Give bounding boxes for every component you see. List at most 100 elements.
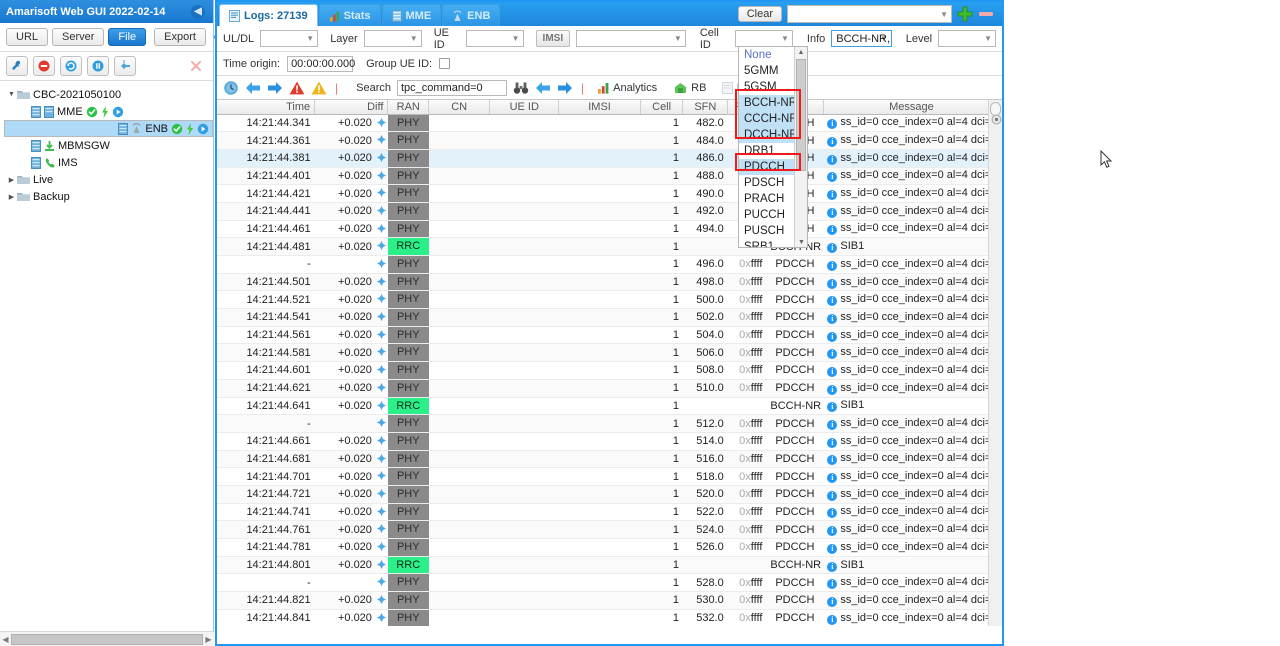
table-row[interactable]: 14:21:44.521 +0.020 PHY 1 500.0 0xffff PDCCH i s…: [217, 290, 1000, 310]
dropdown-option-prach[interactable]: PRACH: [739, 191, 795, 207]
url-button[interactable]: URL: [6, 28, 49, 46]
scrollbar-thumb[interactable]: [11, 633, 203, 645]
file-button[interactable]: File: [108, 28, 147, 46]
search-next-arrow-icon[interactable]: [557, 81, 573, 95]
dropdown-option-drb1[interactable]: DRB1: [739, 143, 795, 159]
tree-item-enb[interactable]: ENB: [4, 120, 213, 137]
cellid-select[interactable]: ▼: [734, 30, 793, 47]
refresh-icon[interactable]: [60, 56, 82, 76]
tab-enb[interactable]: ENB: [442, 4, 501, 26]
table-row[interactable]: - PHY 1 528.0 0xffff PDCCH i ss_id=0 cce_index=…: [217, 573, 1000, 593]
collapse-arrow-icon[interactable]: ▶: [6, 193, 17, 201]
error-triangle-icon[interactable]: [289, 81, 305, 95]
stop-icon[interactable]: [33, 56, 55, 76]
tree-item-mme[interactable]: MME: [4, 103, 213, 120]
table-row[interactable]: 14:21:44.461+0.020PHY1494.00xffffPDCCHis…: [217, 220, 1000, 239]
table-row[interactable]: 14:21:44.481+0.020RRC1BCCH-NRiSIB1: [217, 237, 1000, 256]
rb-button[interactable]: RB: [668, 80, 711, 96]
table-row[interactable]: 14:21:44.821 +0.020 PHY 1 530.0 0xffff PDCCH i s…: [217, 591, 1000, 610]
column-header-imsi[interactable]: IMSI: [558, 100, 641, 115]
table-row[interactable]: 14:21:44.561 +0.020 PHY 1 504.0 0xffff PDCCH i s…: [217, 326, 1000, 345]
dropdown-scrollbar[interactable]: ▲ ▼: [794, 47, 807, 247]
table-row[interactable]: 14:21:44.541 +0.020 PHY 1 502.0 0xffff PDCCH i s…: [217, 308, 1000, 327]
dropdown-option-pdcch[interactable]: PDCCH: [739, 159, 795, 175]
table-row[interactable]: 14:21:44.701 +0.020 PHY 1 518.0 0xffff PDCCH i s…: [217, 467, 1000, 486]
plus-green-icon[interactable]: [957, 6, 973, 22]
imsi-button[interactable]: IMSI: [535, 30, 571, 47]
server-button[interactable]: Server: [52, 28, 105, 46]
table-row[interactable]: 14:21:44.841 +0.020 PHY 1 532.0 0xffff PDCCH i s…: [217, 609, 1000, 626]
dropdown-option-5gmm[interactable]: 5GMM: [739, 63, 795, 79]
next-blue-arrow-icon[interactable]: [267, 81, 283, 95]
connect-plug-icon[interactable]: [114, 56, 136, 76]
tree-item-ims[interactable]: IMS: [4, 154, 213, 171]
group-ue-checkbox[interactable]: [439, 58, 451, 69]
tab-stats[interactable]: Stats: [318, 4, 381, 26]
warning-triangle-icon[interactable]: [311, 81, 327, 95]
tree-item-backup[interactable]: ▶ Backup: [4, 188, 213, 205]
table-row[interactable]: - PHY 1 512.0 0xffff PDCCH i ss_id=0 cce_index=…: [217, 414, 1000, 433]
close-icon[interactable]: [185, 56, 207, 76]
sidebar-horizontal-scrollbar[interactable]: ◀ ▶: [0, 631, 214, 646]
table-row[interactable]: 14:21:44.781 +0.020 PHY 1 526.0 0xffff PDCCH i s…: [217, 538, 1000, 557]
dropdown-option-dcch-nr[interactable]: DCCH-NR: [739, 127, 798, 143]
column-header-diff[interactable]: Diff: [314, 100, 389, 115]
dropdown-scrollbar-thumb[interactable]: [796, 59, 806, 171]
table-vertical-scrollbar[interactable]: [988, 100, 1002, 626]
table-row[interactable]: 14:21:44.621 +0.020 PHY 1 510.0 0xffff PDCCH i s…: [217, 379, 1000, 398]
table-row[interactable]: 14:21:44.501 +0.020 PHY 1 498.0 0xffff PDCCH i s…: [217, 273, 1000, 292]
tree-item-cbc[interactable]: ▼ CBC-2021050100: [4, 86, 213, 103]
time-origin-input[interactable]: 00:00:00.000: [287, 55, 355, 72]
play-icon[interactable]: [197, 123, 209, 135]
table-row[interactable]: 14:21:44.401+0.020PHY1488.00xffffPDCCHis…: [217, 167, 1000, 186]
minus-red-icon[interactable]: [978, 9, 994, 19]
table-row[interactable]: 14:21:44.581 +0.020 PHY 1 506.0 0xffff PDCCH i s…: [217, 343, 1000, 363]
tab-logs[interactable]: Logs: 27139: [219, 4, 318, 26]
search-input[interactable]: tpc_command=0: [396, 79, 507, 96]
dropdown-option-none[interactable]: None: [739, 47, 795, 63]
dropdown-option-pdsch[interactable]: PDSCH: [739, 175, 795, 191]
uldl-select[interactable]: ▼: [260, 30, 319, 47]
info-select[interactable]: BCCH-NR, ▼: [831, 30, 892, 47]
scroll-left-arrow-icon[interactable]: ◀: [0, 635, 11, 644]
scroll-up-arrow-icon[interactable]: ▲: [795, 47, 807, 59]
table-row[interactable]: 14:21:44.441+0.020PHY1492.00xffffPDCCHis…: [217, 202, 1000, 221]
scroll-right-arrow-icon[interactable]: ▶: [203, 635, 214, 644]
table-row[interactable]: 14:21:44.761 +0.020 PHY 1 524.0 0xffff PDCCH i s…: [217, 520, 1000, 539]
table-row[interactable]: 14:21:44.341+0.020PHY1482.00xffffPDCCHis…: [217, 114, 1000, 133]
column-header-cn[interactable]: CN: [428, 100, 491, 115]
tree-item-live[interactable]: ▶ Live: [4, 171, 213, 188]
ueid-select[interactable]: ▼: [465, 30, 524, 47]
analytics-button[interactable]: Analytics: [592, 80, 662, 96]
clock-icon[interactable]: [223, 80, 239, 96]
collapse-sidebar-icon[interactable]: ◀: [191, 4, 205, 19]
column-header-ueid[interactable]: UE ID: [489, 100, 560, 115]
dropdown-option-bcch-nr[interactable]: BCCH-NR: [739, 95, 797, 111]
column-header-message[interactable]: Message: [823, 100, 1001, 115]
table-row[interactable]: 14:21:44.681 +0.020 PHY 1 516.0 0xffff PDCCH i s…: [217, 450, 1000, 469]
layer-select[interactable]: ▼: [363, 30, 422, 47]
dropdown-option-srb1[interactable]: SRB1: [739, 239, 795, 247]
column-header-ran[interactable]: RAN: [387, 100, 430, 115]
info-dropdown-list[interactable]: None 5GMM 5GSM BCCH-NR CCCH-NR DCCH-NR DRB1 PDC…: [738, 46, 808, 248]
prev-blue-arrow-icon[interactable]: [245, 81, 261, 95]
imsi-select[interactable]: ▼: [576, 30, 686, 47]
table-row[interactable]: 14:21:44.721 +0.020 PHY 1 520.0 0xffff PDCCH i s…: [217, 485, 1000, 504]
binoculars-icon[interactable]: [513, 81, 529, 95]
dropdown-option-ccch-nr[interactable]: CCCH-NR: [739, 111, 798, 127]
column-header-sfn[interactable]: SFN: [682, 100, 729, 115]
table-row[interactable]: 14:21:44.601 +0.020 PHY 1 508.0 0xffff PDCCH i s…: [217, 361, 1000, 380]
saved-filter-select[interactable]: ▼: [787, 5, 952, 23]
table-row[interactable]: 14:21:44.661 +0.020 PHY 1 514.0 0xffff PDCCH i s…: [217, 432, 1000, 451]
collapse-arrow-icon[interactable]: ▶: [6, 176, 17, 184]
table-row[interactable]: 14:21:44.641 +0.020 RRC 1 BCCH-NR i SIB1: [217, 397, 1000, 416]
play-icon[interactable]: [112, 106, 124, 118]
table-row[interactable]: 14:21:44.381+0.020PHY1486.00xffffPDCCHis…: [217, 149, 1000, 168]
table-row[interactable]: - PHY 1 496.0 0xffff PDCCH i ss_id=0 cce_index=…: [217, 255, 1000, 274]
table-row[interactable]: 14:21:44.421+0.020PHY1490.00xffffPDCCHis…: [217, 184, 1000, 203]
level-select[interactable]: ▼: [938, 30, 997, 47]
scroll-down-arrow-icon[interactable]: ▼: [795, 237, 807, 247]
clear-button[interactable]: Clear: [737, 6, 782, 22]
dropdown-option-pucch[interactable]: PUCCH: [739, 207, 795, 223]
dropdown-option-pusch[interactable]: PUSCH: [739, 223, 795, 239]
